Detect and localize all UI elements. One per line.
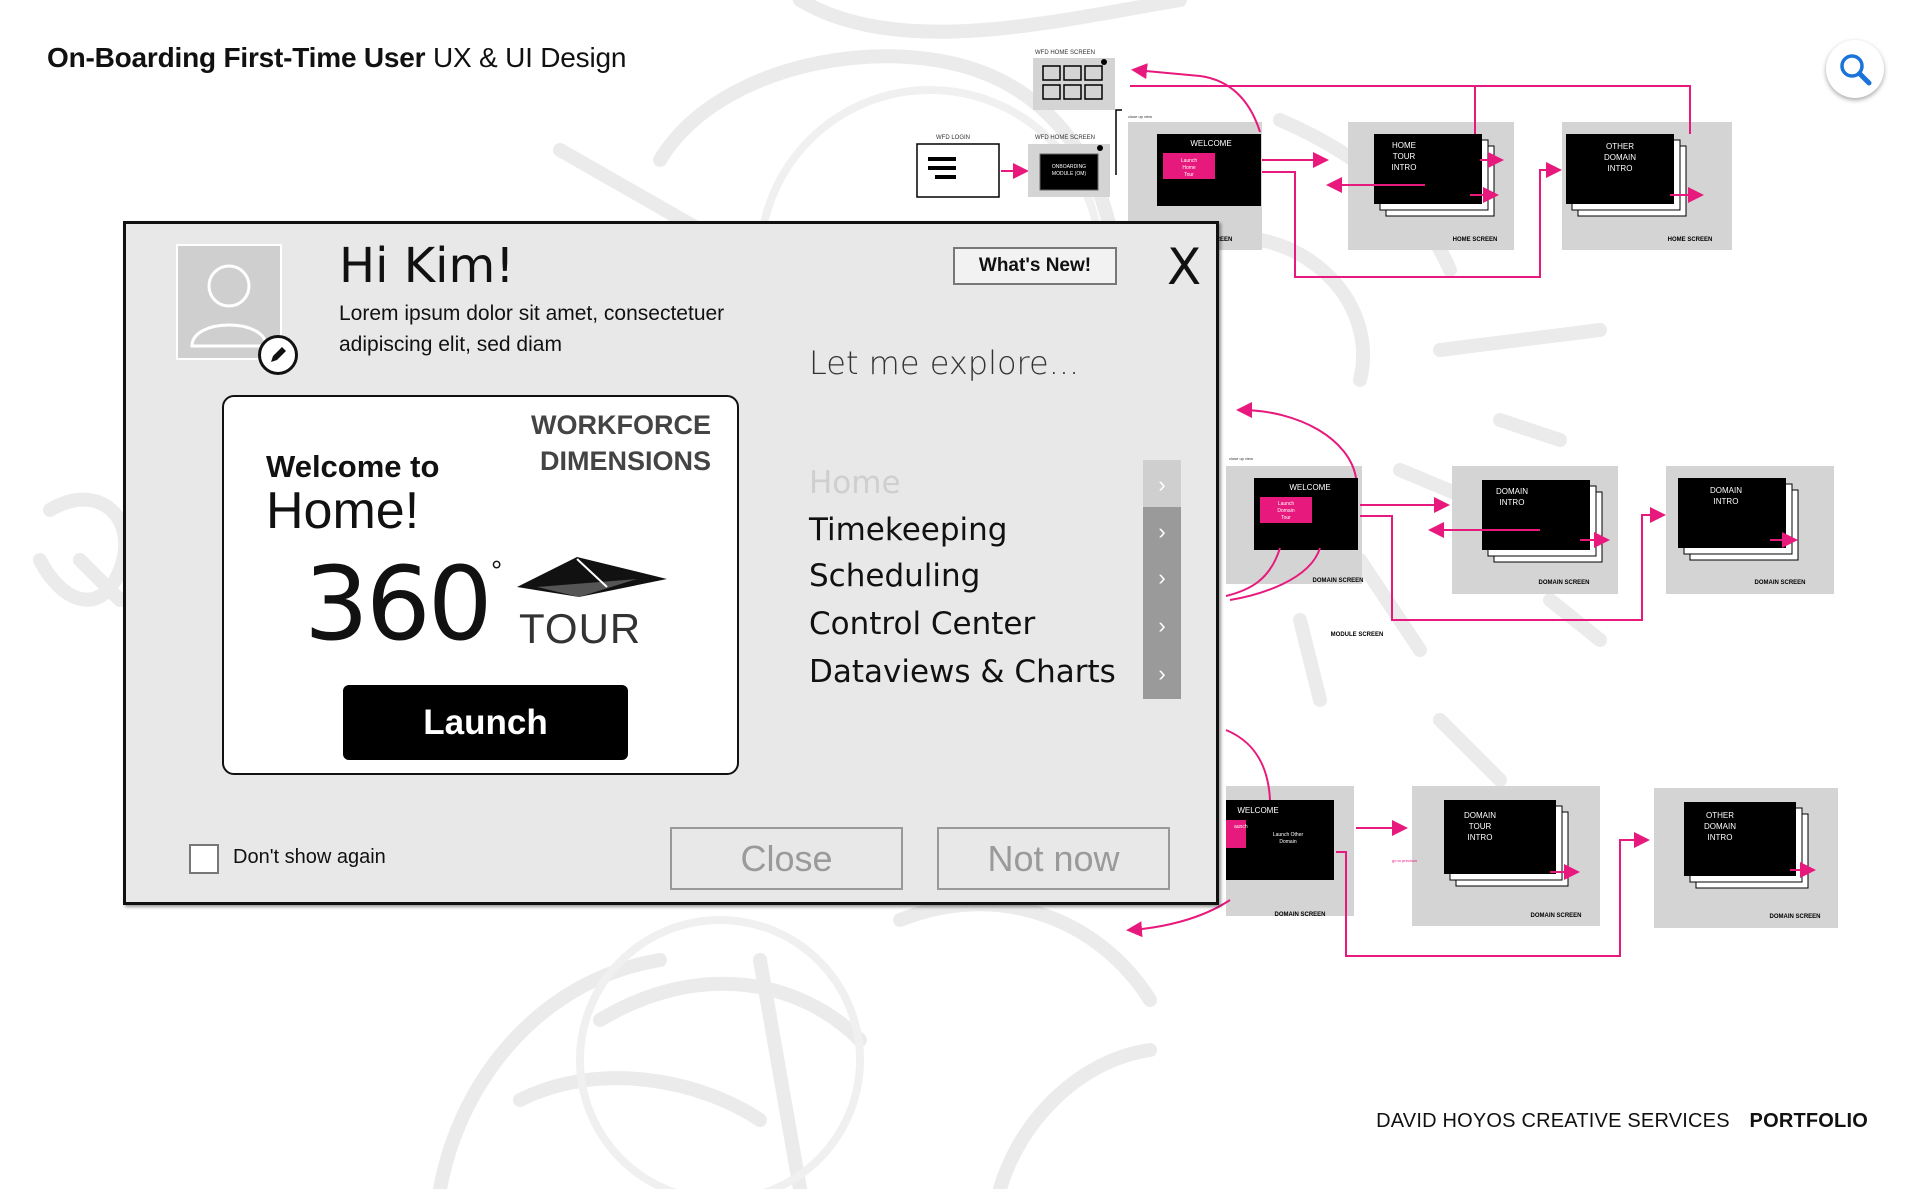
svg-text:WELCOME: WELCOME xyxy=(1237,806,1278,815)
svg-text:DOMAIN: DOMAIN xyxy=(1604,153,1636,162)
pencil-icon xyxy=(271,347,286,362)
tour-label: TOUR xyxy=(519,605,642,652)
portfolio-label: PORTFOLIO xyxy=(1749,1110,1868,1132)
home-label: Home! xyxy=(266,482,420,540)
svg-text:DOMAIN SCREEN: DOMAIN SCREEN xyxy=(1538,580,1589,586)
svg-text:Tour: Tour xyxy=(1281,515,1291,521)
explore-control-center-chevron-button[interactable]: › xyxy=(1143,601,1181,651)
degree-symbol: ° xyxy=(491,555,503,586)
svg-text:DOMAIN: DOMAIN xyxy=(1464,811,1496,820)
svg-text:Launch: Launch xyxy=(1278,501,1295,507)
svg-text:TOUR: TOUR xyxy=(1469,822,1492,831)
tour-360-number: 360 xyxy=(304,545,493,664)
flow-wfd-home-screen: WFD HOME SCREEN xyxy=(1033,50,1115,110)
flow-onboarding-module: WFD HOME SCREEN ONBOARDING MODULE (OM) xyxy=(1028,135,1110,197)
svg-text:HOME: HOME xyxy=(1392,141,1416,150)
close-button[interactable]: Close xyxy=(670,827,903,890)
explore-title: Let me explore... xyxy=(809,344,1080,382)
svg-text:MODULE (OM): MODULE (OM) xyxy=(1052,171,1087,177)
greeting: Hi Kim! xyxy=(339,238,515,294)
svg-text:go to previous: go to previous xyxy=(1392,858,1417,863)
explore-dataviews-chevron-button[interactable]: › xyxy=(1143,649,1181,699)
footer-credit: DAVID HOYOS CREATIVE SERVICES PORTFOLIO xyxy=(1376,1110,1868,1133)
svg-text:DOMAIN SCREEN: DOMAIN SCREEN xyxy=(1754,580,1805,586)
welcome-to-label: Welcome to xyxy=(266,449,440,484)
brand-wordmark: WORKFORCE DIMENSIONS xyxy=(531,410,711,476)
svg-text:TOUR: TOUR xyxy=(1393,152,1416,161)
svg-text:INTRO: INTRO xyxy=(1714,497,1739,506)
explore-item-control-center[interactable]: Control Center xyxy=(809,606,1035,642)
flow-label: WFD LOGIN xyxy=(936,135,970,141)
dont-show-again-checkbox[interactable] xyxy=(189,844,219,874)
svg-text:DOMAIN SCREEN: DOMAIN SCREEN xyxy=(1312,578,1363,584)
svg-text:ONBOARDING: ONBOARDING xyxy=(1052,164,1086,170)
dont-show-again-label[interactable]: Don't show again xyxy=(233,846,386,869)
svg-text:INTRO: INTRO xyxy=(1608,164,1633,173)
edit-avatar-button[interactable] xyxy=(258,335,298,375)
svg-text:Launch: Launch xyxy=(1181,158,1198,164)
svg-text:OTHER: OTHER xyxy=(1606,142,1634,151)
svg-text:OTHER: OTHER xyxy=(1706,811,1734,820)
svg-text:DOMAIN: DOMAIN xyxy=(1710,486,1742,495)
explore-item-scheduling[interactable]: Scheduling xyxy=(809,558,980,594)
flow-label: close up view xyxy=(1128,114,1152,119)
chevron-right-icon: › xyxy=(1158,565,1166,590)
svg-text:WELCOME: WELCOME xyxy=(1190,139,1231,148)
svg-text:Domain: Domain xyxy=(1279,839,1296,845)
svg-text:Launch Other: Launch Other xyxy=(1273,832,1304,838)
explore-item-home: Home xyxy=(809,465,901,501)
explore-home-chevron-button: › xyxy=(1143,460,1181,510)
svg-text:INTRO: INTRO xyxy=(1708,833,1733,842)
svg-text:INTRO: INTRO xyxy=(1392,163,1417,172)
flow-label: WFD HOME SCREEN xyxy=(1035,135,1095,141)
svg-text:Tour: Tour xyxy=(1184,172,1194,178)
svg-text:aunch: aunch xyxy=(1234,824,1248,830)
svg-text:DOMAIN: DOMAIN xyxy=(1704,822,1736,831)
onboarding-modal: Hi Kim! Lorem ipsum dolor sit amet, cons… xyxy=(123,221,1219,905)
svg-text:Domain: Domain xyxy=(1277,508,1294,514)
svg-text:DOMAIN SCREEN: DOMAIN SCREEN xyxy=(1274,912,1325,918)
chevron-right-icon: › xyxy=(1158,661,1166,686)
svg-text:Home: Home xyxy=(1182,165,1196,171)
svg-text:DOMAIN: DOMAIN xyxy=(1496,487,1528,496)
svg-text:INTRO: INTRO xyxy=(1468,833,1493,842)
svg-text:MODULE SCREEN: MODULE SCREEN xyxy=(1331,632,1384,638)
svg-text:INTRO: INTRO xyxy=(1500,498,1525,507)
chevron-right-icon: › xyxy=(1158,472,1166,497)
chevron-right-icon: › xyxy=(1158,519,1166,544)
explore-item-timekeeping[interactable]: Timekeeping xyxy=(809,512,1007,548)
svg-text:close up view: close up view xyxy=(1229,456,1253,461)
not-now-button[interactable]: Not now xyxy=(937,827,1170,890)
flow-wfd-login: WFD LOGIN xyxy=(916,135,1000,198)
close-icon[interactable]: X xyxy=(1167,238,1201,296)
studio-name: DAVID HOYOS CREATIVE SERVICES xyxy=(1376,1110,1730,1132)
explore-timekeeping-chevron-button[interactable]: › xyxy=(1143,507,1181,557)
explore-item-dataviews-charts[interactable]: Dataviews & Charts xyxy=(809,654,1116,690)
svg-text:HOME SCREEN: HOME SCREEN xyxy=(1668,237,1713,243)
explore-scheduling-chevron-button[interactable]: › xyxy=(1143,553,1181,603)
svg-text:DOMAIN SCREEN: DOMAIN SCREEN xyxy=(1530,913,1581,919)
svg-text:HOME SCREEN: HOME SCREEN xyxy=(1453,237,1498,243)
chevron-right-icon: › xyxy=(1158,613,1166,638)
paper-plane-icon xyxy=(517,557,667,597)
svg-text:DOMAIN SCREEN: DOMAIN SCREEN xyxy=(1769,914,1820,920)
intro-text: Lorem ipsum dolor sit amet, consectetuer… xyxy=(339,302,725,356)
flow-label: WFD HOME SCREEN xyxy=(1035,50,1095,56)
whats-new-button[interactable]: What's New! xyxy=(953,247,1117,285)
tour-card: WORKFORCE DIMENSIONS Welcome to Home! 36… xyxy=(222,395,739,775)
svg-text:WELCOME: WELCOME xyxy=(1289,483,1330,492)
launch-button[interactable]: Launch xyxy=(343,685,628,760)
